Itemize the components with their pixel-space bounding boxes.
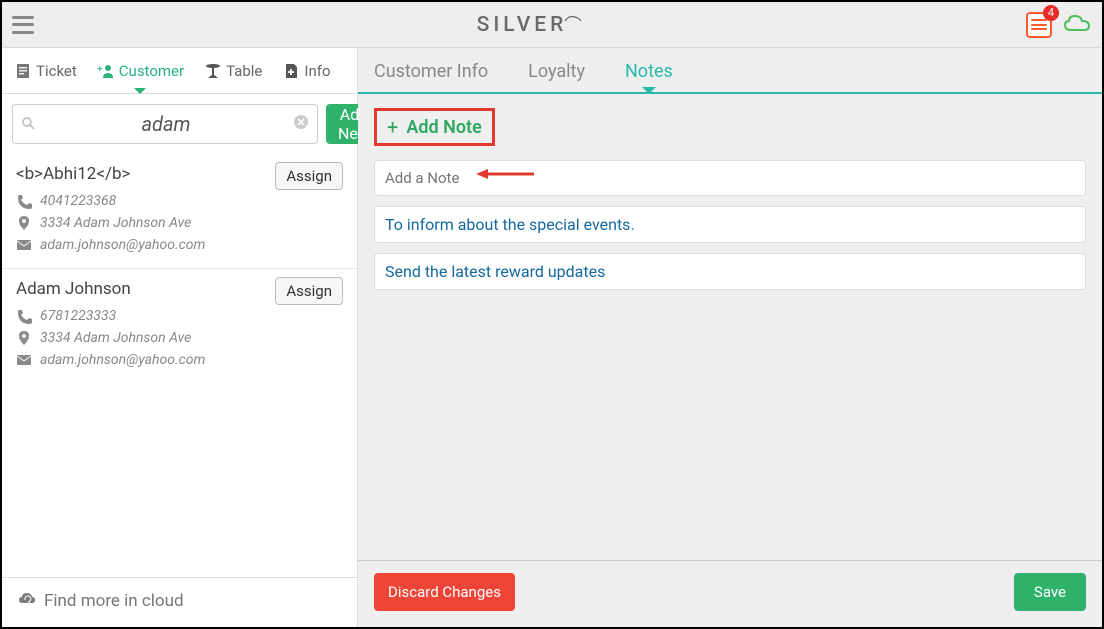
map-pin-icon [16, 215, 32, 231]
note-item[interactable]: Send the latest reward updates [374, 253, 1086, 290]
add-note-highlight-box: + Add Note [374, 108, 495, 146]
left-tabbar: Ticket + Customer Table Info [2, 48, 357, 94]
find-in-cloud-label[interactable]: Find more in cloud [44, 591, 184, 611]
assign-button[interactable]: Assign [275, 162, 343, 190]
tab-ticket-label: Ticket [36, 62, 77, 80]
customer-address: 3334 Adam Johnson Ave [40, 327, 191, 349]
customer-card[interactable]: Assign Adam Johnson 6781223333 3334 Adam… [2, 269, 357, 383]
plus-icon: + [387, 115, 398, 139]
add-person-icon: + [97, 62, 115, 80]
tab-loyalty[interactable]: Loyalty [528, 61, 585, 92]
tab-table[interactable]: Table [198, 48, 268, 93]
tab-info[interactable]: Info [276, 48, 336, 93]
phone-icon [16, 308, 32, 324]
receipt-icon [14, 62, 32, 80]
clear-search-icon[interactable] [293, 114, 309, 135]
tab-customer-label: Customer [119, 62, 184, 80]
notifications-badge: 4 [1043, 5, 1059, 21]
map-pin-icon [16, 330, 32, 346]
mail-icon [16, 237, 32, 253]
tab-customer-info[interactable]: Customer Info [374, 61, 488, 92]
tab-notes[interactable]: Notes [625, 61, 673, 92]
brand-text: SILVER [477, 13, 568, 37]
tab-info-label: Info [304, 62, 330, 80]
customer-search-box [12, 104, 318, 144]
phone-icon [16, 193, 32, 209]
tab-ticket[interactable]: Ticket [8, 48, 83, 93]
svg-text:+: + [97, 64, 103, 75]
save-button[interactable]: Save [1014, 573, 1086, 611]
customer-phone: 4041223368 [40, 190, 116, 212]
note-item[interactable]: To inform about the special events. [374, 206, 1086, 243]
customer-card[interactable]: Assign <b>Abhi12</b> 4041223368 3334 Ada… [2, 154, 357, 269]
customer-address: 3334 Adam Johnson Ave [40, 212, 191, 234]
tab-customer[interactable]: + Customer [91, 48, 190, 93]
cloud-refresh-icon[interactable] [16, 588, 36, 613]
table-pedestal-icon [204, 62, 222, 80]
brand-logo: SILVER [477, 13, 584, 37]
search-icon [21, 115, 35, 134]
mail-icon [16, 352, 32, 368]
customer-email: adam.johnson@yahoo.com [40, 349, 205, 371]
customer-phone: 6781223333 [40, 305, 116, 327]
customer-results: Assign <b>Abhi12</b> 4041223368 3334 Ada… [2, 154, 357, 577]
customer-email: adam.johnson@yahoo.com [40, 234, 205, 256]
tab-table-label: Table [226, 62, 262, 80]
add-note-button[interactable]: + Add Note [387, 115, 482, 139]
customer-search-input[interactable] [39, 112, 293, 136]
cloud-sync-icon[interactable] [1062, 12, 1092, 38]
discard-button[interactable]: Discard Changes [374, 573, 515, 611]
brand-swoosh-icon [567, 13, 583, 37]
annotation-arrow-icon [476, 166, 536, 185]
add-note-label: Add Note [406, 117, 481, 138]
notifications-icon[interactable]: 4 [1026, 12, 1052, 38]
menu-icon[interactable] [12, 16, 34, 34]
assign-button[interactable]: Assign [275, 277, 343, 305]
right-tabbar: Customer Info Loyalty Notes [358, 48, 1102, 94]
note-plus-icon [282, 62, 300, 80]
